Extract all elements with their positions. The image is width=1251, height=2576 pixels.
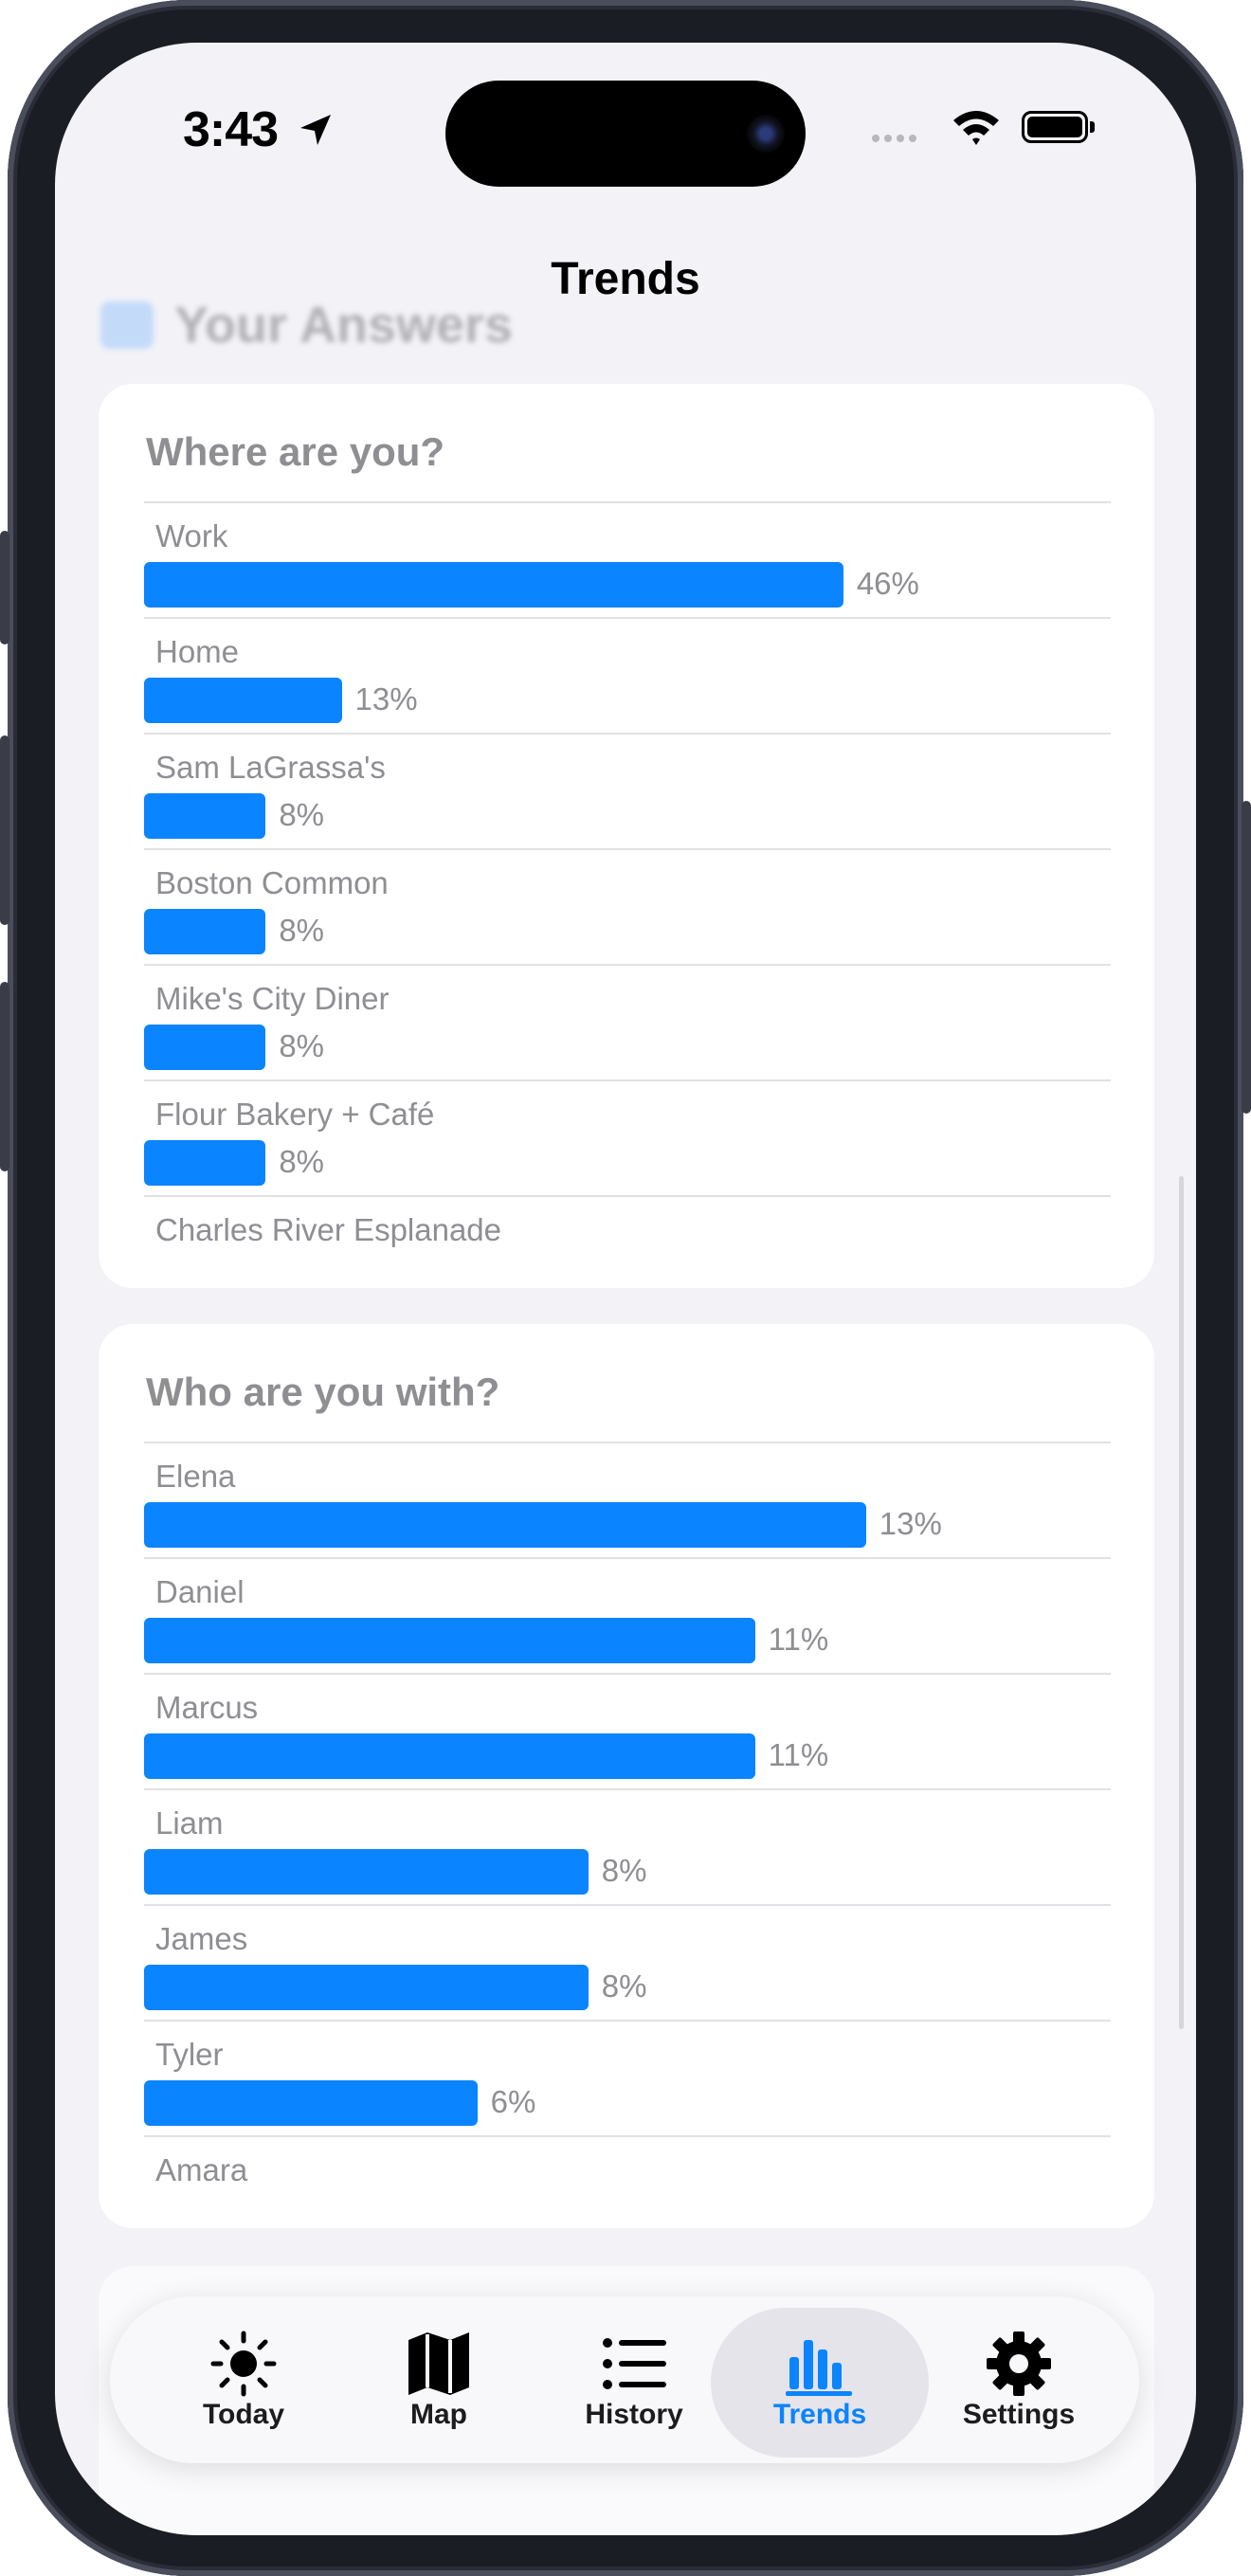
percentage-label: 8% [601,1968,647,2004]
list-item: Charles River Esplanade [144,1195,1111,1311]
percentage-label: 13% [879,1506,942,1541]
row-label: Daniel [155,1574,245,1609]
map-icon [408,2332,469,2395]
sun-icon [210,2331,277,2397]
where-card: Where are you? Work 46% Home 13% Sam LaGrass… [99,384,1154,1288]
list-item: Tyler 6% [144,2020,1111,2135]
tab-bar: Today Map History Trends Settings [110,2296,1139,2463]
location-arrow-icon [300,115,331,145]
who-card-title: Who are you with? [146,1370,500,1414]
list-item: Home 13% [144,617,1111,733]
row-label: Liam [155,1805,224,1841]
row-label: Tyler [155,2037,224,2072]
status-time: 3:43 [183,102,279,157]
list-icon [603,2338,666,2389]
chart-icon [786,2340,852,2396]
percentage-bar [144,793,266,839]
row-label: James [155,1921,248,1956]
percentage-bar [144,2080,478,2126]
volume-down-button [0,982,9,1171]
list-item: Elena 13% [144,1442,1111,1557]
row-label: Marcus [155,1690,259,1725]
row-label: Home [155,634,240,669]
chat-bubble-icon [100,301,154,349]
percentage-bar [144,562,843,608]
percentage-label: 8% [601,1853,647,1888]
tab-settings[interactable]: Settings [919,2296,1118,2463]
row-label: Charles River Esplanade [155,1212,502,1247]
tab-map-label: Map [410,2399,467,2430]
action-button [0,531,9,644]
percentage-bar [144,1965,589,2010]
scroll-indicator[interactable] [1179,1176,1184,2029]
who-card: Who are you with? Elena 13% Daniel 11% Marcu… [99,1324,1154,2228]
percentage-label: 8% [279,797,325,832]
percentage-label: 8% [279,913,325,948]
row-label: Amara [155,2152,248,2187]
tab-settings-label: Settings [962,2399,1076,2430]
camera-icon [747,115,785,153]
percentage-label: 11% [768,1737,829,1772]
tab-trends-label: Trends [772,2399,867,2430]
side-button [1242,801,1251,1114]
screen: 3:43 Trends Your Answers Where are you? … [55,43,1196,2535]
cellular-signal-icon [872,130,921,147]
section-header: Your Answers [100,287,513,363]
list-item: Amara [144,2135,1111,2251]
percentage-bar [144,1502,866,1548]
row-label: Mike's City Diner [155,981,390,1016]
percentage-label: 13% [354,681,418,717]
where-card-title: Where are you? [146,429,445,474]
percentage-label: 11% [768,1622,829,1657]
row-label: Flour Bakery + Café [155,1097,435,1132]
volume-up-button [0,735,9,925]
tab-trends[interactable]: Trends [711,2296,929,2463]
status-bar: 3:43 [55,43,1196,223]
percentage-bar [144,1025,266,1070]
tab-history-label: History [585,2399,683,2430]
section-header-label: Your Answers [174,297,514,354]
percentage-label: 46% [856,566,919,601]
percentage-label: 8% [279,1144,325,1179]
tab-today[interactable]: Today [144,2296,343,2463]
percentage-label: 6% [490,2084,536,2119]
tab-history[interactable]: History [535,2296,734,2463]
list-item: Daniel 11% [144,1557,1111,1673]
list-item: Liam 8% [144,1788,1111,1904]
list-item: Work 46% [144,501,1111,617]
percentage-bar [144,1733,755,1779]
wifi-icon [953,111,999,145]
percentage-label: 8% [279,1028,325,1063]
row-label: Sam LaGrassa's [155,750,386,785]
battery-nub [1090,121,1095,133]
row-label: Elena [155,1459,236,1494]
list-item: Mike's City Diner 8% [144,964,1111,1079]
list-item: Boston Common 8% [144,848,1111,964]
row-label: Work [155,518,228,553]
where-list: Work 46% Home 13% Sam LaGrassa's 8% Boston Com… [144,501,1111,1311]
list-item: Marcus 11% [144,1673,1111,1788]
list-item: James 8% [144,1904,1111,2020]
tab-map[interactable]: Map [339,2296,538,2463]
dynamic-island [445,81,806,187]
gear-icon [987,2331,1051,2396]
tab-today-label: Today [202,2399,285,2430]
percentage-bar [144,1140,266,1186]
percentage-bar [144,678,342,723]
list-item: Sam LaGrassa's 8% [144,733,1111,848]
list-item: Flour Bakery + Café 8% [144,1079,1111,1195]
percentage-bar [144,1618,755,1663]
percentage-bar [144,1849,589,1895]
percentage-bar [144,909,266,954]
who-list: Elena 13% Daniel 11% Marcus 11% Liam 8% James 8% T… [144,1442,1111,2251]
row-label: Boston Common [155,865,389,900]
battery-icon [1022,111,1088,143]
